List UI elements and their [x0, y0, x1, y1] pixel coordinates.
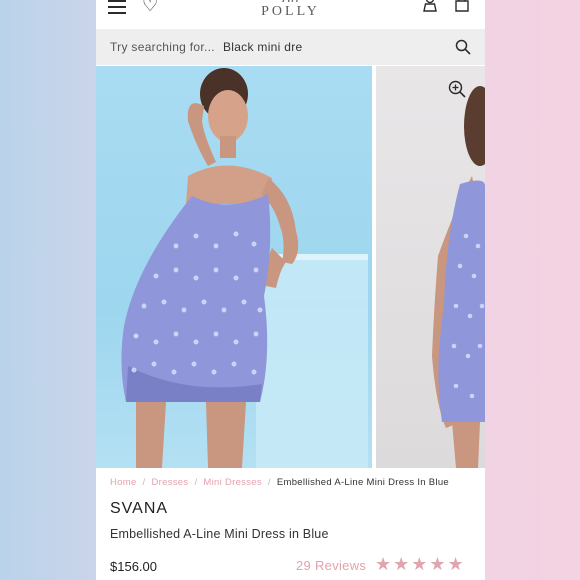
product-image-side[interactable]	[376, 66, 485, 468]
breadcrumb: Home / Dresses / Mini Dresses / Embellished A-…	[110, 477, 449, 488]
search-placeholder: Try searching for...	[110, 40, 215, 54]
site-header: ♡ oh POLLY	[96, 0, 485, 28]
search-bar[interactable]: Try searching for... Black mini dre	[96, 29, 485, 65]
bag-icon[interactable]	[454, 0, 470, 12]
product-image-front[interactable]	[96, 66, 372, 468]
product-title: Embellished A-Line Mini Dress in Blue	[110, 527, 329, 541]
zoom-icon[interactable]	[448, 80, 466, 98]
breadcrumb-separator: /	[142, 477, 146, 488]
logo-word: POLLY	[261, 4, 320, 19]
product-price: $156.00	[110, 559, 157, 574]
product-page: ♡ oh POLLY Try searching for... Black mi…	[96, 0, 485, 580]
breadcrumb-home[interactable]: Home	[110, 477, 137, 488]
model-photo-side	[432, 86, 485, 468]
star-rating[interactable]: ★★★★★	[375, 555, 466, 573]
product-brand[interactable]: SVANA	[110, 500, 168, 518]
breadcrumb-mini-dresses[interactable]: Mini Dresses	[203, 477, 262, 488]
account-icon[interactable]	[422, 0, 438, 12]
search-icon[interactable]	[455, 39, 471, 55]
product-gallery[interactable]	[96, 66, 485, 468]
breadcrumb-separator: /	[267, 477, 271, 488]
model-photo-front	[121, 68, 368, 468]
breadcrumb-separator: /	[194, 477, 198, 488]
reviews-link[interactable]: 29 Reviews	[296, 558, 366, 573]
breadcrumb-dresses[interactable]: Dresses	[152, 477, 189, 488]
search-input[interactable]: Black mini dre	[223, 40, 303, 54]
breadcrumb-current: Embellished A-Line Mini Dress In Blue	[276, 477, 450, 488]
